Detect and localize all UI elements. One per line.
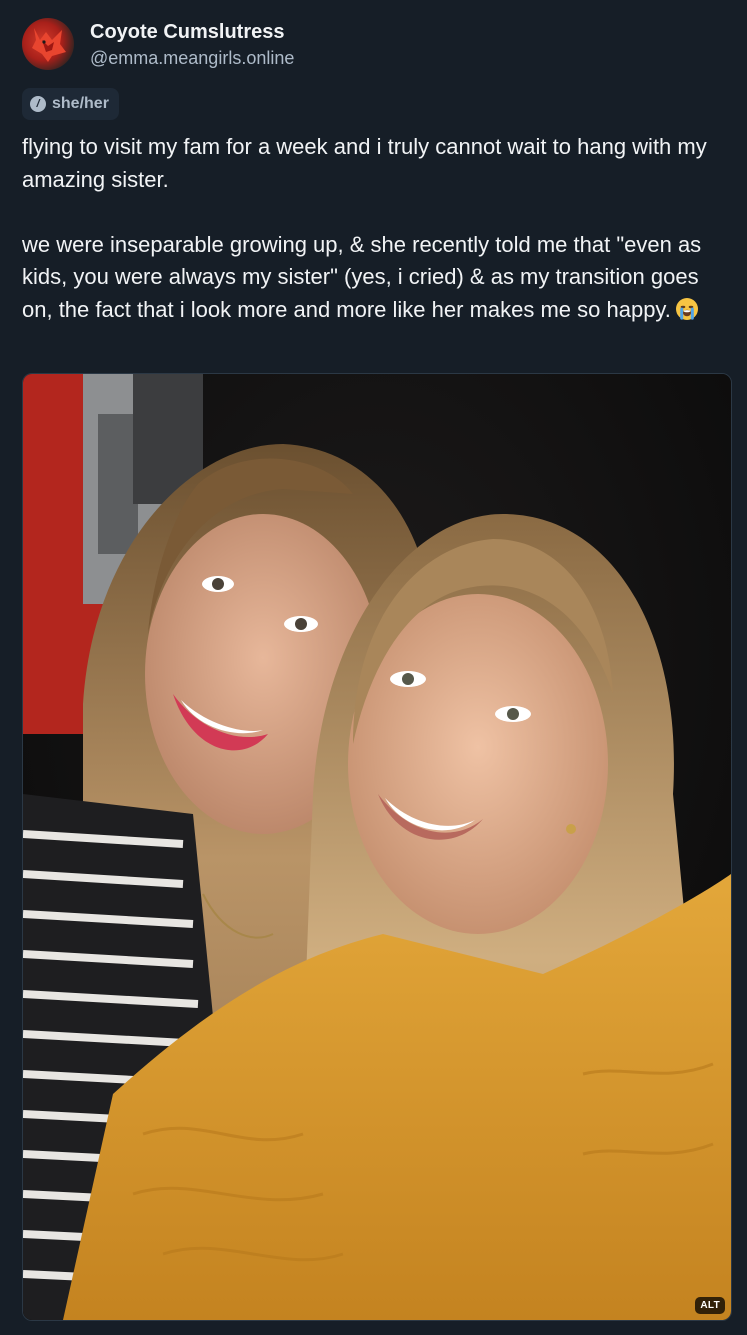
alt-text-badge[interactable]: ALT	[695, 1297, 725, 1314]
pronouns-badge: / she/her	[22, 88, 119, 120]
avatar[interactable]	[22, 18, 74, 70]
selfie-photo	[23, 374, 731, 1320]
post-text: flying to visit my fam for a week and i …	[22, 131, 734, 326]
post-card: Coyote Cumslutress @emma.meangirls.onlin…	[0, 0, 747, 1335]
display-name[interactable]: Coyote Cumslutress	[90, 19, 294, 45]
post-body: flying to visit my fam for a week and i …	[22, 134, 707, 322]
user-handle[interactable]: @emma.meangirls.online	[90, 46, 294, 70]
loudly-crying-face-icon	[675, 297, 698, 320]
pronoun-icon: /	[30, 96, 46, 112]
post-image[interactable]: ALT	[22, 373, 732, 1321]
post-header: Coyote Cumslutress @emma.meangirls.onlin…	[22, 18, 294, 70]
pronouns-label: she/her	[52, 95, 109, 112]
coyote-avatar-icon	[32, 28, 66, 62]
